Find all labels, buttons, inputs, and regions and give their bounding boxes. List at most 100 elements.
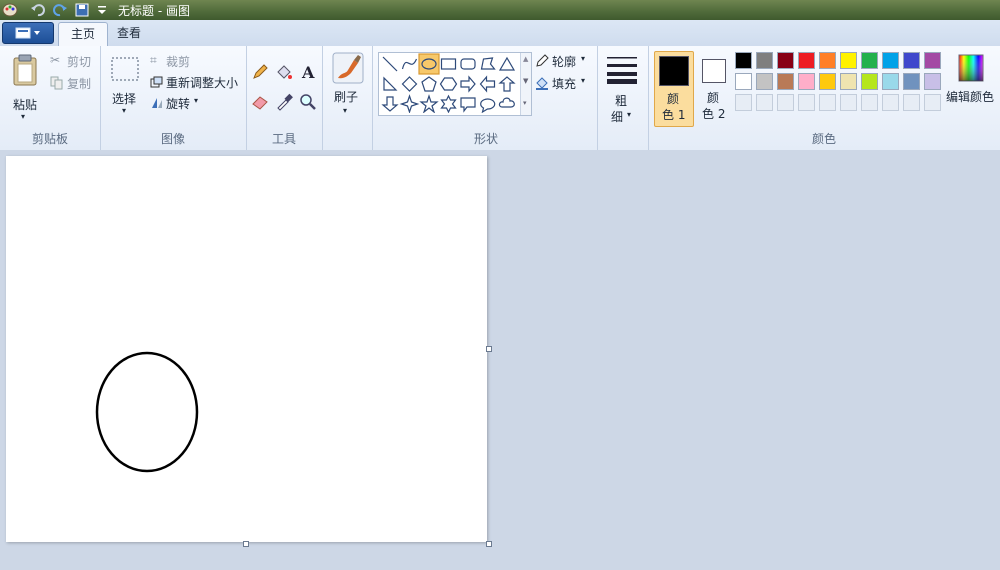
custom-color-slot[interactable] (924, 94, 941, 111)
palette-swatch[interactable] (882, 73, 899, 90)
palette-swatch[interactable] (798, 73, 815, 90)
custom-color-slot[interactable] (882, 94, 899, 111)
ribbon: 粘贴 ▾ ✂ 剪切 复制 剪贴板 选择 ▾ ⌗ 裁剪 重新调整大小 旋转 ▾ 图… (0, 46, 1000, 151)
custom-color-slot[interactable] (840, 94, 857, 111)
color2-button[interactable]: 颜 色 2 (696, 51, 734, 125)
tab-view[interactable]: 查看 (105, 22, 153, 45)
resize-button[interactable]: 重新调整大小 (150, 74, 242, 90)
palette-swatch[interactable] (861, 52, 878, 69)
paint-menu-button[interactable] (2, 22, 54, 44)
color-spectrum-icon (958, 54, 984, 82)
palette-swatch[interactable] (756, 73, 773, 90)
undo-icon[interactable] (30, 2, 46, 18)
custom-color-slot[interactable] (819, 94, 836, 111)
up-arrow-shape[interactable] (498, 76, 516, 92)
copy-button[interactable]: 复制 (50, 75, 96, 91)
paste-button[interactable]: 粘贴 ▾ (6, 52, 42, 122)
pentagon-shape[interactable] (421, 76, 437, 92)
palette-swatch[interactable] (882, 52, 899, 69)
resize-handle-corner[interactable] (486, 541, 492, 547)
crop-button[interactable]: ⌗ 裁剪 (150, 53, 210, 69)
custom-color-slot[interactable] (861, 94, 878, 111)
chevron-down-icon: ▾ (194, 96, 199, 105)
line-width-icon (607, 57, 637, 84)
six-point-star-shape[interactable] (440, 94, 457, 114)
custom-color-slot[interactable] (798, 94, 815, 111)
color-picker-tool[interactable] (274, 92, 294, 112)
palette-swatch[interactable] (735, 73, 752, 90)
palette-swatch[interactable] (924, 52, 941, 69)
palette-swatch[interactable] (903, 73, 920, 90)
drawing-canvas[interactable] (6, 156, 487, 542)
polygon-shape[interactable] (480, 57, 496, 70)
edit-colors-button[interactable]: 编辑颜色 (946, 52, 998, 112)
color1-button[interactable]: 颜 色 1 (654, 51, 694, 127)
five-point-star-shape[interactable] (419, 94, 439, 114)
scroll-up-icon[interactable]: ▲ (523, 55, 528, 63)
brushes-button[interactable]: 刷子 ▾ (328, 52, 366, 124)
palette-swatch[interactable] (777, 73, 794, 90)
shapes-group: ▲ ▼ ▾ 轮廓 ▾ 填充 ▾ 形状 (375, 46, 598, 150)
palette-swatch[interactable] (903, 52, 920, 69)
oval-callout-shape[interactable] (480, 98, 496, 114)
text-tool[interactable]: A (298, 62, 318, 82)
custom-color-slot[interactable] (756, 94, 773, 111)
rotate-button[interactable]: 旋转 ▾ (150, 95, 210, 111)
palette-swatch[interactable] (735, 52, 752, 69)
hexagon-shape[interactable] (439, 77, 458, 91)
save-icon[interactable] (74, 2, 90, 18)
paint-app-icon[interactable] (2, 2, 18, 18)
redo-icon[interactable] (52, 2, 68, 18)
four-point-star-shape[interactable] (399, 94, 420, 114)
curve-shape[interactable] (401, 58, 418, 70)
select-button[interactable]: 选择 ▾ (106, 54, 144, 122)
size-button[interactable]: 粗 细 ▾ (603, 52, 643, 128)
pencil-tool[interactable] (250, 62, 270, 82)
scissors-icon: ✂ (50, 53, 61, 67)
outline-button[interactable]: 轮廓 ▾ (535, 53, 593, 69)
tools-group-label: 工具 (271, 132, 296, 146)
custom-color-slot[interactable] (735, 94, 752, 111)
shapes-scrollbar[interactable]: ▲ ▼ ▾ (520, 53, 531, 115)
fill-button[interactable]: 填充 ▾ (535, 75, 593, 91)
title-bar: 无标题 - 画图 (0, 0, 1000, 20)
palette-swatch[interactable] (819, 73, 836, 90)
rectangle-shape[interactable] (440, 58, 457, 70)
color2-label-line2: 色 2 (702, 107, 726, 121)
triangle-shape[interactable] (498, 56, 516, 71)
line-shape[interactable] (382, 56, 398, 72)
fill-tool[interactable] (274, 62, 294, 82)
eraser-tool[interactable] (250, 92, 270, 112)
palette-swatch[interactable] (756, 52, 773, 69)
rect-callout-shape[interactable] (460, 97, 476, 113)
palette-swatch[interactable] (798, 52, 815, 69)
customize-quick-access-icon[interactable] (94, 2, 110, 18)
shapes-group-label: 形状 (473, 132, 498, 146)
magnifier-tool[interactable] (298, 92, 318, 112)
oval-shape[interactable] (418, 53, 440, 75)
custom-color-slot[interactable] (903, 94, 920, 111)
palette-swatch[interactable] (924, 73, 941, 90)
palette-swatch[interactable] (819, 52, 836, 69)
cut-button[interactable]: ✂ 剪切 (50, 53, 96, 69)
palette-swatch[interactable] (840, 52, 857, 69)
palette-swatch[interactable] (861, 73, 878, 90)
tab-home[interactable]: 主页 (58, 22, 109, 46)
cloud-callout-shape[interactable] (498, 97, 515, 108)
left-arrow-shape[interactable] (479, 75, 496, 93)
palette-swatch[interactable] (840, 73, 857, 90)
expand-gallery-icon[interactable]: ▾ (523, 99, 527, 107)
custom-color-slot[interactable] (777, 94, 794, 111)
resize-handle-bottom[interactable] (243, 541, 249, 547)
copy-label: 复制 (67, 77, 92, 91)
copy-icon (50, 76, 63, 90)
scroll-down-icon[interactable]: ▼ (523, 77, 528, 85)
drawn-ellipse[interactable] (95, 351, 199, 473)
resize-handle-right[interactable] (486, 346, 492, 352)
down-arrow-shape[interactable] (381, 96, 399, 112)
diamond-shape[interactable] (401, 76, 418, 92)
palette-swatch[interactable] (777, 52, 794, 69)
right-arrow-shape[interactable] (460, 75, 476, 93)
right-triangle-shape[interactable] (383, 76, 398, 91)
rounded-rectangle-shape[interactable] (460, 58, 476, 70)
